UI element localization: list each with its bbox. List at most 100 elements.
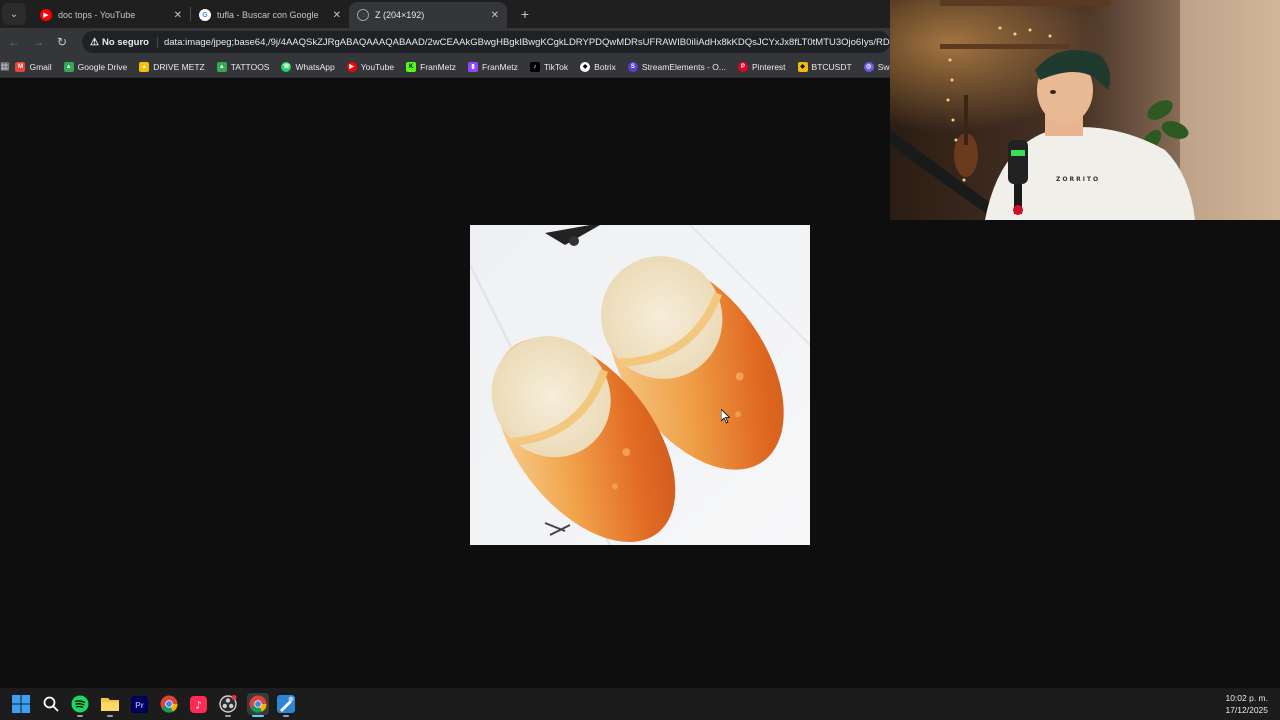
active-indicator	[252, 715, 264, 717]
bookmark-botrix[interactable]: ◆ Botrix	[574, 61, 622, 72]
taskbar-obs[interactable]	[218, 694, 238, 714]
tab-title: doc tops - YouTube	[58, 10, 136, 20]
file-explorer-icon	[101, 698, 119, 711]
tab-google-search[interactable]: G tufla - Buscar con Google ✕	[191, 2, 349, 28]
spotify-icon	[71, 695, 89, 713]
security-indicator[interactable]: ⚠ No seguro	[90, 36, 158, 48]
apps-grid-icon[interactable]: ▦	[0, 61, 9, 72]
bookmark-label: FranMetz	[420, 61, 457, 72]
drive-icon: ▲	[139, 61, 150, 72]
taskbar-paint[interactable]	[276, 694, 296, 714]
bookmark-label: TikTok	[543, 61, 569, 72]
tiktok-live-icon: ♪	[189, 695, 207, 713]
drive-icon: ▲	[216, 61, 227, 72]
search-icon	[43, 696, 59, 712]
tiktok-icon: ♪	[529, 61, 540, 72]
globe-icon: ◌	[357, 9, 369, 21]
bookmark-pinterest[interactable]: P Pinterest	[732, 61, 792, 72]
taskbar-tiktok-live[interactable]: ♪	[188, 694, 208, 714]
forward-button[interactable]: →	[26, 35, 50, 49]
tab-title: Z (204×192)	[375, 10, 425, 20]
bookmark-label: Botrix	[594, 61, 616, 72]
svg-text:♪: ♪	[195, 700, 201, 711]
chrome-icon	[249, 695, 267, 713]
obs-icon	[219, 695, 237, 713]
bookmark-franmetz-twitch[interactable]: ▮ FranMetz	[462, 61, 524, 72]
taskbar-spotify[interactable]	[70, 694, 90, 714]
bookmark-label: TATTOOS	[230, 61, 270, 72]
back-button[interactable]: ←	[2, 35, 26, 49]
bread-slippers-photo	[470, 225, 810, 545]
new-tab-button[interactable]: +	[515, 6, 535, 22]
tab-youtube[interactable]: ▶ doc tops - YouTube ✕	[32, 2, 190, 28]
google-icon: G	[199, 9, 211, 21]
bookmark-label: Swap - Rayd	[877, 61, 890, 72]
bookmark-streamelements[interactable]: S StreamElements - O...	[622, 61, 732, 72]
bookmark-whatsapp[interactable]: ☏ WhatsApp	[275, 61, 340, 72]
browser-tabstrip: ⌄ ▶ doc tops - YouTube ✕ G tufla - Busca…	[0, 0, 890, 28]
bookmark-tiktok[interactable]: ♪ TikTok	[524, 61, 574, 72]
close-icon[interactable]: ✕	[333, 10, 341, 21]
bookmark-gmail[interactable]: M Gmail	[9, 61, 57, 72]
svg-text:Pr: Pr	[135, 701, 143, 710]
shirt-print-text: ZORRITO	[1056, 176, 1101, 183]
bookmark-swap-raydium[interactable]: ◎Swap - Rayd	[858, 61, 890, 72]
close-icon[interactable]: ✕	[174, 10, 182, 21]
running-indicator	[77, 715, 83, 717]
whatsapp-icon: ☏	[281, 61, 292, 72]
taskbar-chrome-active[interactable]	[247, 693, 269, 715]
webcam-overlay: ZORRITO	[890, 0, 1280, 220]
chevron-down-icon: ⌄	[9, 8, 19, 20]
bookmark-label: YouTube	[360, 61, 395, 72]
bookmark-label: BTCUSDT	[811, 61, 852, 72]
reload-icon: ↻	[56, 35, 68, 49]
system-clock[interactable]: 10:02 p. m. 17/12/2025	[1225, 692, 1268, 716]
arrow-left-icon: ←	[8, 35, 20, 49]
tab-title: tufla - Buscar con Google	[217, 10, 319, 20]
running-indicator	[107, 715, 113, 717]
security-label: No seguro	[101, 36, 149, 48]
windows-start-button[interactable]	[11, 694, 31, 714]
taskbar-chrome[interactable]	[159, 694, 179, 714]
mouse-cursor-icon	[720, 408, 731, 429]
viewed-image[interactable]	[470, 225, 810, 545]
arrow-right-icon: →	[32, 35, 44, 49]
bookmark-label: DRIVE METZ	[153, 61, 205, 72]
reload-button[interactable]: ↻	[50, 35, 74, 49]
paint-icon	[277, 695, 295, 713]
kick-icon: K	[406, 61, 417, 72]
bookmark-tattoos[interactable]: ▲ TATTOOS	[211, 61, 276, 72]
windows-start-icon	[12, 695, 30, 713]
twitch-icon: ▮	[468, 61, 479, 72]
binance-icon: ◈	[797, 61, 808, 72]
bookmark-btcusdt[interactable]: ◈ BTCUSDT	[792, 61, 858, 72]
raydium-icon: ◎	[863, 61, 874, 72]
tab-image[interactable]: ◌ Z (204×192) ✕	[349, 2, 507, 28]
premiere-pro-icon: Pr	[130, 695, 148, 713]
clock-time: 10:02 p. m.	[1225, 693, 1268, 703]
clock-date: 17/12/2025	[1225, 705, 1268, 715]
bookmark-label: StreamElements - O...	[641, 61, 726, 72]
youtube-icon: ▶	[346, 61, 357, 72]
tab-search-button[interactable]: ⌄	[2, 3, 26, 25]
bookmark-label: WhatsApp	[295, 61, 335, 72]
taskbar-file-explorer[interactable]	[100, 694, 120, 714]
bookmark-franmetz-kick[interactable]: K FranMetz	[400, 61, 462, 72]
bookmark-label: Gmail	[29, 61, 52, 72]
pinterest-icon: P	[738, 61, 748, 72]
taskbar-search-button[interactable]	[41, 694, 61, 714]
youtube-icon: ▶	[40, 9, 52, 21]
botrix-icon: ◆	[580, 61, 591, 72]
streamelements-icon: S	[627, 61, 638, 72]
address-bar[interactable]: ⚠ No seguro data:image/jpeg;base64,/9j/4…	[82, 31, 890, 53]
taskbar-premiere-pro[interactable]: Pr	[129, 694, 149, 714]
bookmark-google-drive[interactable]: ▲ Google Drive	[58, 61, 134, 72]
running-indicator	[283, 715, 289, 717]
bookmark-drive-metz[interactable]: ▲ DRIVE METZ	[133, 61, 210, 72]
streamer-camera-feed	[890, 0, 1280, 220]
chrome-icon	[160, 695, 178, 713]
gmail-icon: M	[15, 61, 26, 72]
bookmark-youtube[interactable]: ▶ YouTube	[341, 61, 400, 72]
close-icon[interactable]: ✕	[491, 10, 499, 21]
url-text[interactable]: data:image/jpeg;base64,/9j/4AAQSkZJRgABA…	[164, 37, 890, 48]
